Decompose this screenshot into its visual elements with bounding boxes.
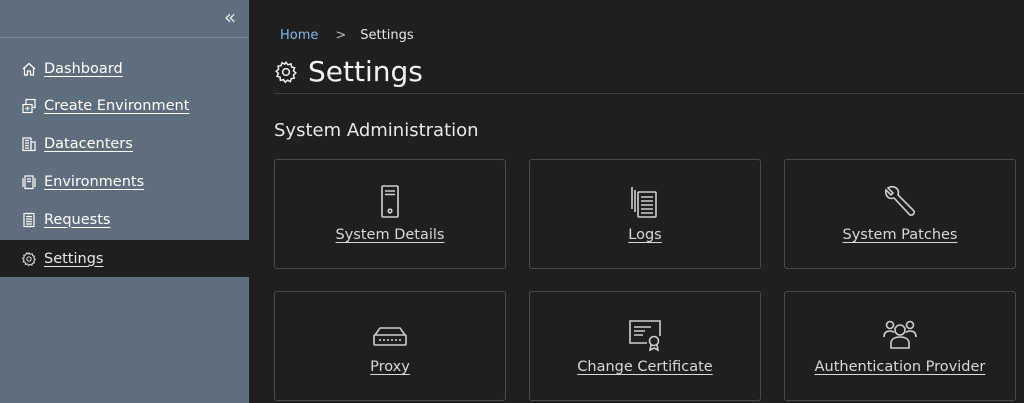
list-icon [21,212,37,228]
breadcrumb: Home > Settings [280,28,414,43]
breadcrumb-current: Settings [360,28,414,43]
home-icon [21,61,37,77]
building-icon [21,136,37,152]
sidebar-item-requests[interactable]: Requests [0,201,249,238]
sidebar-item-label: Create Environment [44,97,190,114]
copy-icon [21,98,37,114]
sidebar-item-label: Dashboard [44,60,123,77]
system-details-card[interactable]: System Details [274,159,506,269]
card-label: Authentication Provider [814,359,986,375]
wrench-icon [882,184,918,220]
card-label: Proxy [370,359,410,375]
storage-icon [21,174,37,190]
chevron-right-icon: > [335,28,347,43]
sidebar-divider [0,37,249,38]
logs-card[interactable]: Logs [529,159,761,269]
double-chevron-left-icon: « [223,5,237,29]
section-title: System Administration [274,120,479,141]
title-divider [274,93,1024,94]
sidebar-item-environments[interactable]: Environments [0,163,249,200]
sidebar-item-create-environment[interactable]: Create Environment [0,87,249,124]
sidebar-item-datacenters[interactable]: Datacenters [0,125,249,162]
sidebar-item-settings[interactable]: Settings [0,240,249,277]
card-label: System Patches [842,227,958,243]
system-patches-card[interactable]: System Patches [784,159,1016,269]
users-icon [882,316,918,352]
gear-icon [21,251,37,267]
change-certificate-card[interactable]: Change Certificate [529,291,761,401]
page-header: Settings [274,55,423,88]
authentication-provider-card[interactable]: Authentication Provider [784,291,1016,401]
sidebar-item-dashboard[interactable]: Dashboard [0,50,249,87]
collapse-sidebar-button[interactable]: « [218,7,242,27]
network-device-icon [372,316,408,352]
proxy-card[interactable]: Proxy [274,291,506,401]
certificate-icon [627,316,663,352]
logs-icon [627,184,663,220]
sidebar-item-label: Environments [44,173,145,190]
card-label: Logs [628,227,662,243]
card-label: System Details [335,227,445,243]
breadcrumb-home-link[interactable]: Home [280,28,318,43]
server-icon [372,184,408,220]
sidebar-item-label: Requests [44,211,111,228]
sidebar-item-label: Datacenters [44,135,133,152]
main-content: Home > Settings Settings System Administ… [249,0,1024,403]
sidebar-item-label: Settings [44,250,104,267]
sidebar: « Dashboard Create Environment Datacente… [0,0,249,403]
page-title: Settings [308,55,423,88]
gear-icon [274,60,298,84]
card-label: Change Certificate [577,359,713,375]
